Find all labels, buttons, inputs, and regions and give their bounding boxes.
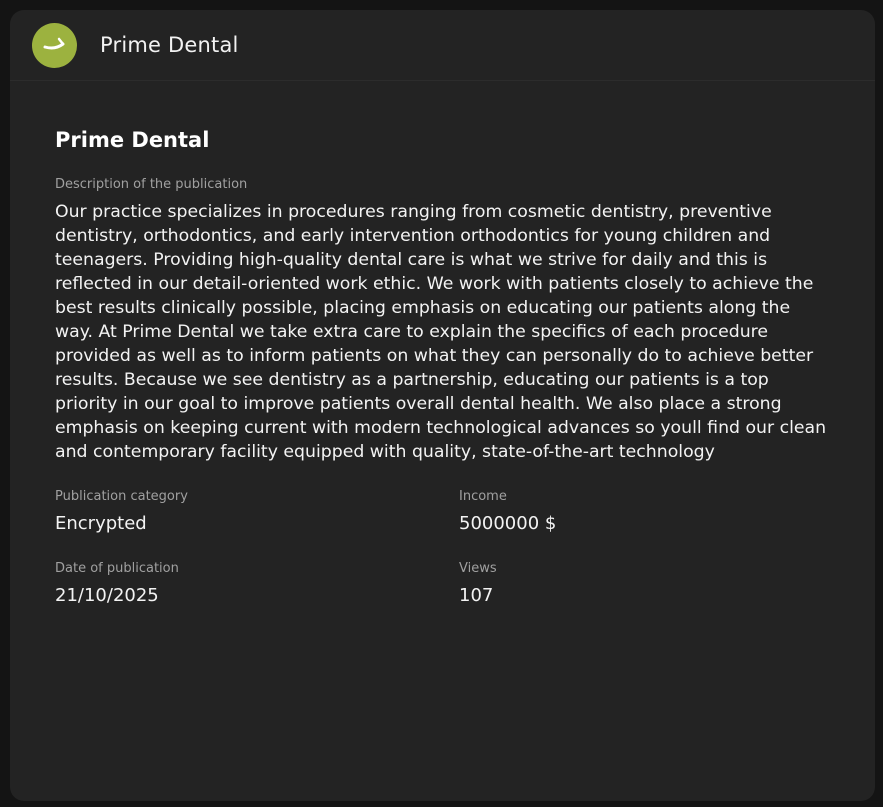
logo [32,22,77,68]
income-value: 5000000 $ [459,513,557,534]
header-title: Prime Dental [100,33,239,57]
category-label: Publication category [55,489,188,504]
publication-title: Prime Dental [55,128,210,152]
header-bar: Prime Dental [10,10,875,81]
views-field: Views 107 [459,561,829,608]
views-label: Views [459,561,497,576]
publication-meta: Publication category Encrypted Income 50… [55,489,830,608]
date-label: Date of publication [55,561,179,576]
date-value: 21/10/2025 [55,585,159,606]
views-value: 107 [459,585,494,606]
description-label: Description of the publication [55,177,248,192]
category-field: Publication category Encrypted [55,489,459,536]
publication-details: Prime Dental Description of the publicat… [10,81,875,608]
description-text: Our practice specializes in procedures r… [55,202,827,462]
income-label: Income [459,489,507,504]
publication-card: Prime Dental Prime Dental Description of… [10,10,875,801]
tooth-smile-icon [42,33,68,57]
income-field: Income 5000000 $ [459,489,829,536]
category-value: Encrypted [55,513,147,534]
date-field: Date of publication 21/10/2025 [55,561,459,608]
